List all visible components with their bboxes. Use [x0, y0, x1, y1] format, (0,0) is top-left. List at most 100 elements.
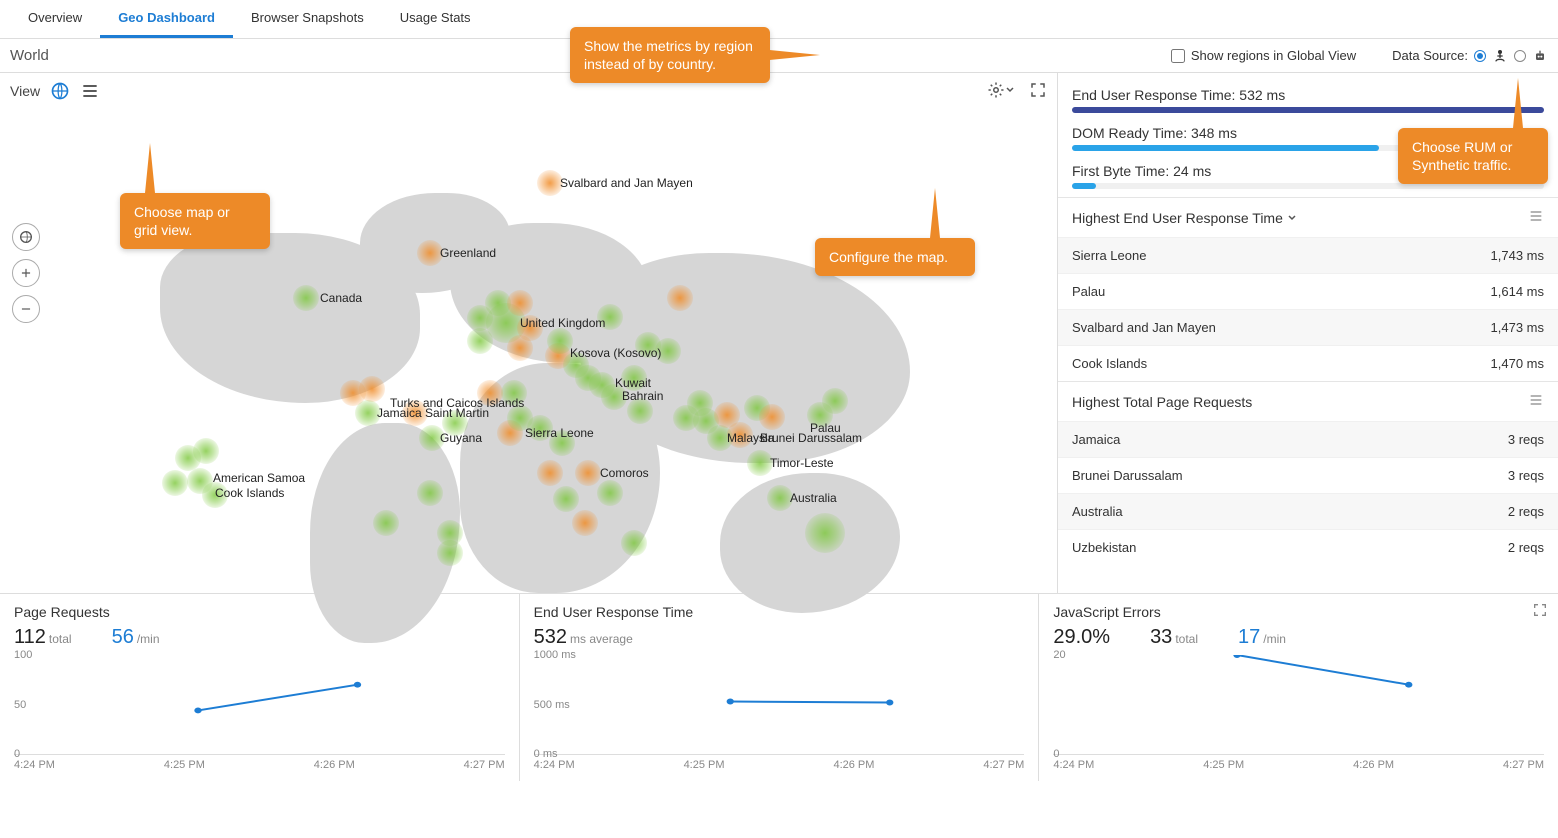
eu-rt-chart: 1000 ms 500 ms 0 ms	[534, 655, 1025, 755]
row-value: 2 reqs	[1508, 540, 1544, 555]
geo-marker[interactable]	[575, 460, 601, 486]
breadcrumb: World	[10, 47, 49, 64]
data-source-synthetic-radio[interactable]	[1514, 50, 1526, 62]
js-err-pct: 29.0%	[1053, 626, 1110, 648]
list-toggle-icon[interactable]	[1528, 208, 1544, 227]
recenter-button[interactable]	[12, 223, 40, 251]
gear-icon	[987, 81, 1005, 99]
table-row[interactable]: Cook Islands1,470 ms	[1058, 345, 1558, 381]
geo-label: Jamaica	[377, 406, 422, 420]
metric-end-user-rt: End User Response Time: 532 ms	[1058, 83, 1558, 121]
geo-label: Sierra Leone	[525, 426, 594, 440]
grid-view-button[interactable]	[80, 81, 100, 101]
map-view-button[interactable]	[50, 81, 70, 101]
view-toggle-row: View	[0, 73, 1057, 109]
panel-page-requests: Page Requests 112total 56/min 100 50 0 4…	[0, 594, 520, 781]
page-requests-total-unit: total	[49, 632, 72, 646]
row-value: 1,470 ms	[1491, 356, 1544, 371]
geo-marker[interactable]	[805, 513, 845, 553]
geo-marker[interactable]	[437, 540, 463, 566]
geo-marker[interactable]	[621, 530, 647, 556]
geo-marker[interactable]	[714, 402, 740, 428]
geo-marker[interactable]	[293, 285, 319, 311]
geo-marker[interactable]	[687, 390, 713, 416]
table-row[interactable]: Palau1,614 ms	[1058, 273, 1558, 309]
geo-label: Greenland	[440, 246, 496, 260]
fullscreen-panel-button[interactable]	[1532, 602, 1548, 621]
table-row[interactable]: Brunei Darussalam3 reqs	[1058, 457, 1558, 493]
row-value: 1,473 ms	[1491, 320, 1544, 335]
zoom-in-button[interactable]	[12, 259, 40, 287]
table-row[interactable]: Jamaica3 reqs	[1058, 421, 1558, 457]
table-row[interactable]: Svalbard and Jan Mayen 1,473 ms	[1058, 309, 1558, 345]
main-row: View Choose map or grid view. Configure …	[0, 73, 1558, 594]
ytick: 0	[1053, 748, 1059, 760]
xtick: 4:26 PM	[1353, 759, 1394, 771]
callout-datasource-text: Choose RUM or Synthetic traffic.	[1412, 139, 1512, 173]
row-value: 2 reqs	[1508, 504, 1544, 519]
xtick: 4:25 PM	[684, 759, 725, 771]
tab-browser-snapshots[interactable]: Browser Snapshots	[233, 0, 382, 38]
geo-label: United Kingdom	[520, 316, 605, 330]
panel-end-user-rt: End User Response Time 532ms average 100…	[520, 594, 1040, 781]
js-err-rate-unit: /min	[1263, 632, 1286, 646]
row-name: Uzbekistan	[1072, 540, 1136, 555]
geo-marker[interactable]	[537, 460, 563, 486]
tab-usage-stats[interactable]: Usage Stats	[382, 0, 489, 38]
tab-overview[interactable]: Overview	[10, 0, 100, 38]
ytick: 500 ms	[534, 699, 570, 711]
list-toggle-icon[interactable]	[1528, 392, 1544, 411]
page-requests-title: Page Requests	[14, 604, 505, 620]
geo-marker[interactable]	[597, 480, 623, 506]
section-highest-response-header[interactable]: Highest End User Response Time	[1058, 197, 1558, 237]
xtick: 4:26 PM	[314, 759, 355, 771]
geo-label: Saint Martin	[425, 406, 489, 420]
geo-marker[interactable]	[759, 404, 785, 430]
row-name: Brunei Darussalam	[1072, 468, 1183, 483]
zoom-out-button[interactable]	[12, 295, 40, 323]
show-regions-checkbox[interactable]: Show regions in Global View	[1171, 48, 1356, 63]
geo-marker[interactable]	[667, 285, 693, 311]
ytick: 100	[14, 649, 32, 661]
data-source-rum-radio[interactable]	[1474, 50, 1486, 62]
callout-regions-text: Show the metrics by region instead of by…	[584, 38, 753, 72]
section-highest-requests-header[interactable]: Highest Total Page Requests	[1058, 381, 1558, 421]
geo-marker[interactable]	[553, 486, 579, 512]
geo-marker[interactable]	[373, 510, 399, 536]
table-row[interactable]: Sierra Leone1,743 ms	[1058, 237, 1558, 273]
show-regions-input[interactable]	[1171, 49, 1185, 63]
row-name: Svalbard and Jan Mayen	[1072, 320, 1216, 335]
section2-title: Highest Total Page Requests	[1072, 394, 1252, 410]
configure-map-button[interactable]	[987, 81, 1015, 99]
geo-marker[interactable]	[507, 290, 533, 316]
js-err-total: 33	[1150, 626, 1172, 648]
geo-marker[interactable]	[507, 335, 533, 361]
table-row[interactable]: Australia2 reqs	[1058, 493, 1558, 529]
side-panel: Choose RUM or Synthetic traffic. End Use…	[1058, 73, 1558, 593]
geo-label: American Samoa	[213, 471, 305, 485]
table-row[interactable]: Uzbekistan 2 reqs	[1058, 529, 1558, 565]
geo-marker[interactable]	[193, 438, 219, 464]
map-area: View Choose map or grid view. Configure …	[0, 73, 1058, 593]
fullscreen-icon	[1532, 602, 1548, 618]
geo-label: Kuwait	[615, 376, 651, 390]
geo-marker[interactable]	[822, 388, 848, 414]
geo-marker[interactable]	[572, 510, 598, 536]
page-requests-rate-unit: /min	[137, 632, 160, 646]
xtick: 4:24 PM	[14, 759, 55, 771]
geo-label: Cook Islands	[215, 486, 284, 500]
fullscreen-map-button[interactable]	[1029, 81, 1047, 99]
ytick: 50	[14, 699, 26, 711]
page-requests-rate: 56	[112, 626, 134, 648]
js-err-rate: 17	[1238, 626, 1260, 648]
xtick: 4:27 PM	[464, 759, 505, 771]
row-name: Jamaica	[1072, 432, 1120, 447]
ytick: 0	[14, 748, 20, 760]
show-regions-label: Show regions in Global View	[1191, 48, 1356, 63]
geo-marker[interactable]	[417, 480, 443, 506]
tab-geo-dashboard[interactable]: Geo Dashboard	[100, 0, 233, 38]
geo-marker[interactable]	[162, 470, 188, 496]
geo-marker[interactable]	[467, 328, 493, 354]
geo-label: Svalbard and Jan Mayen	[560, 176, 693, 190]
geo-label: Australia	[790, 491, 837, 505]
